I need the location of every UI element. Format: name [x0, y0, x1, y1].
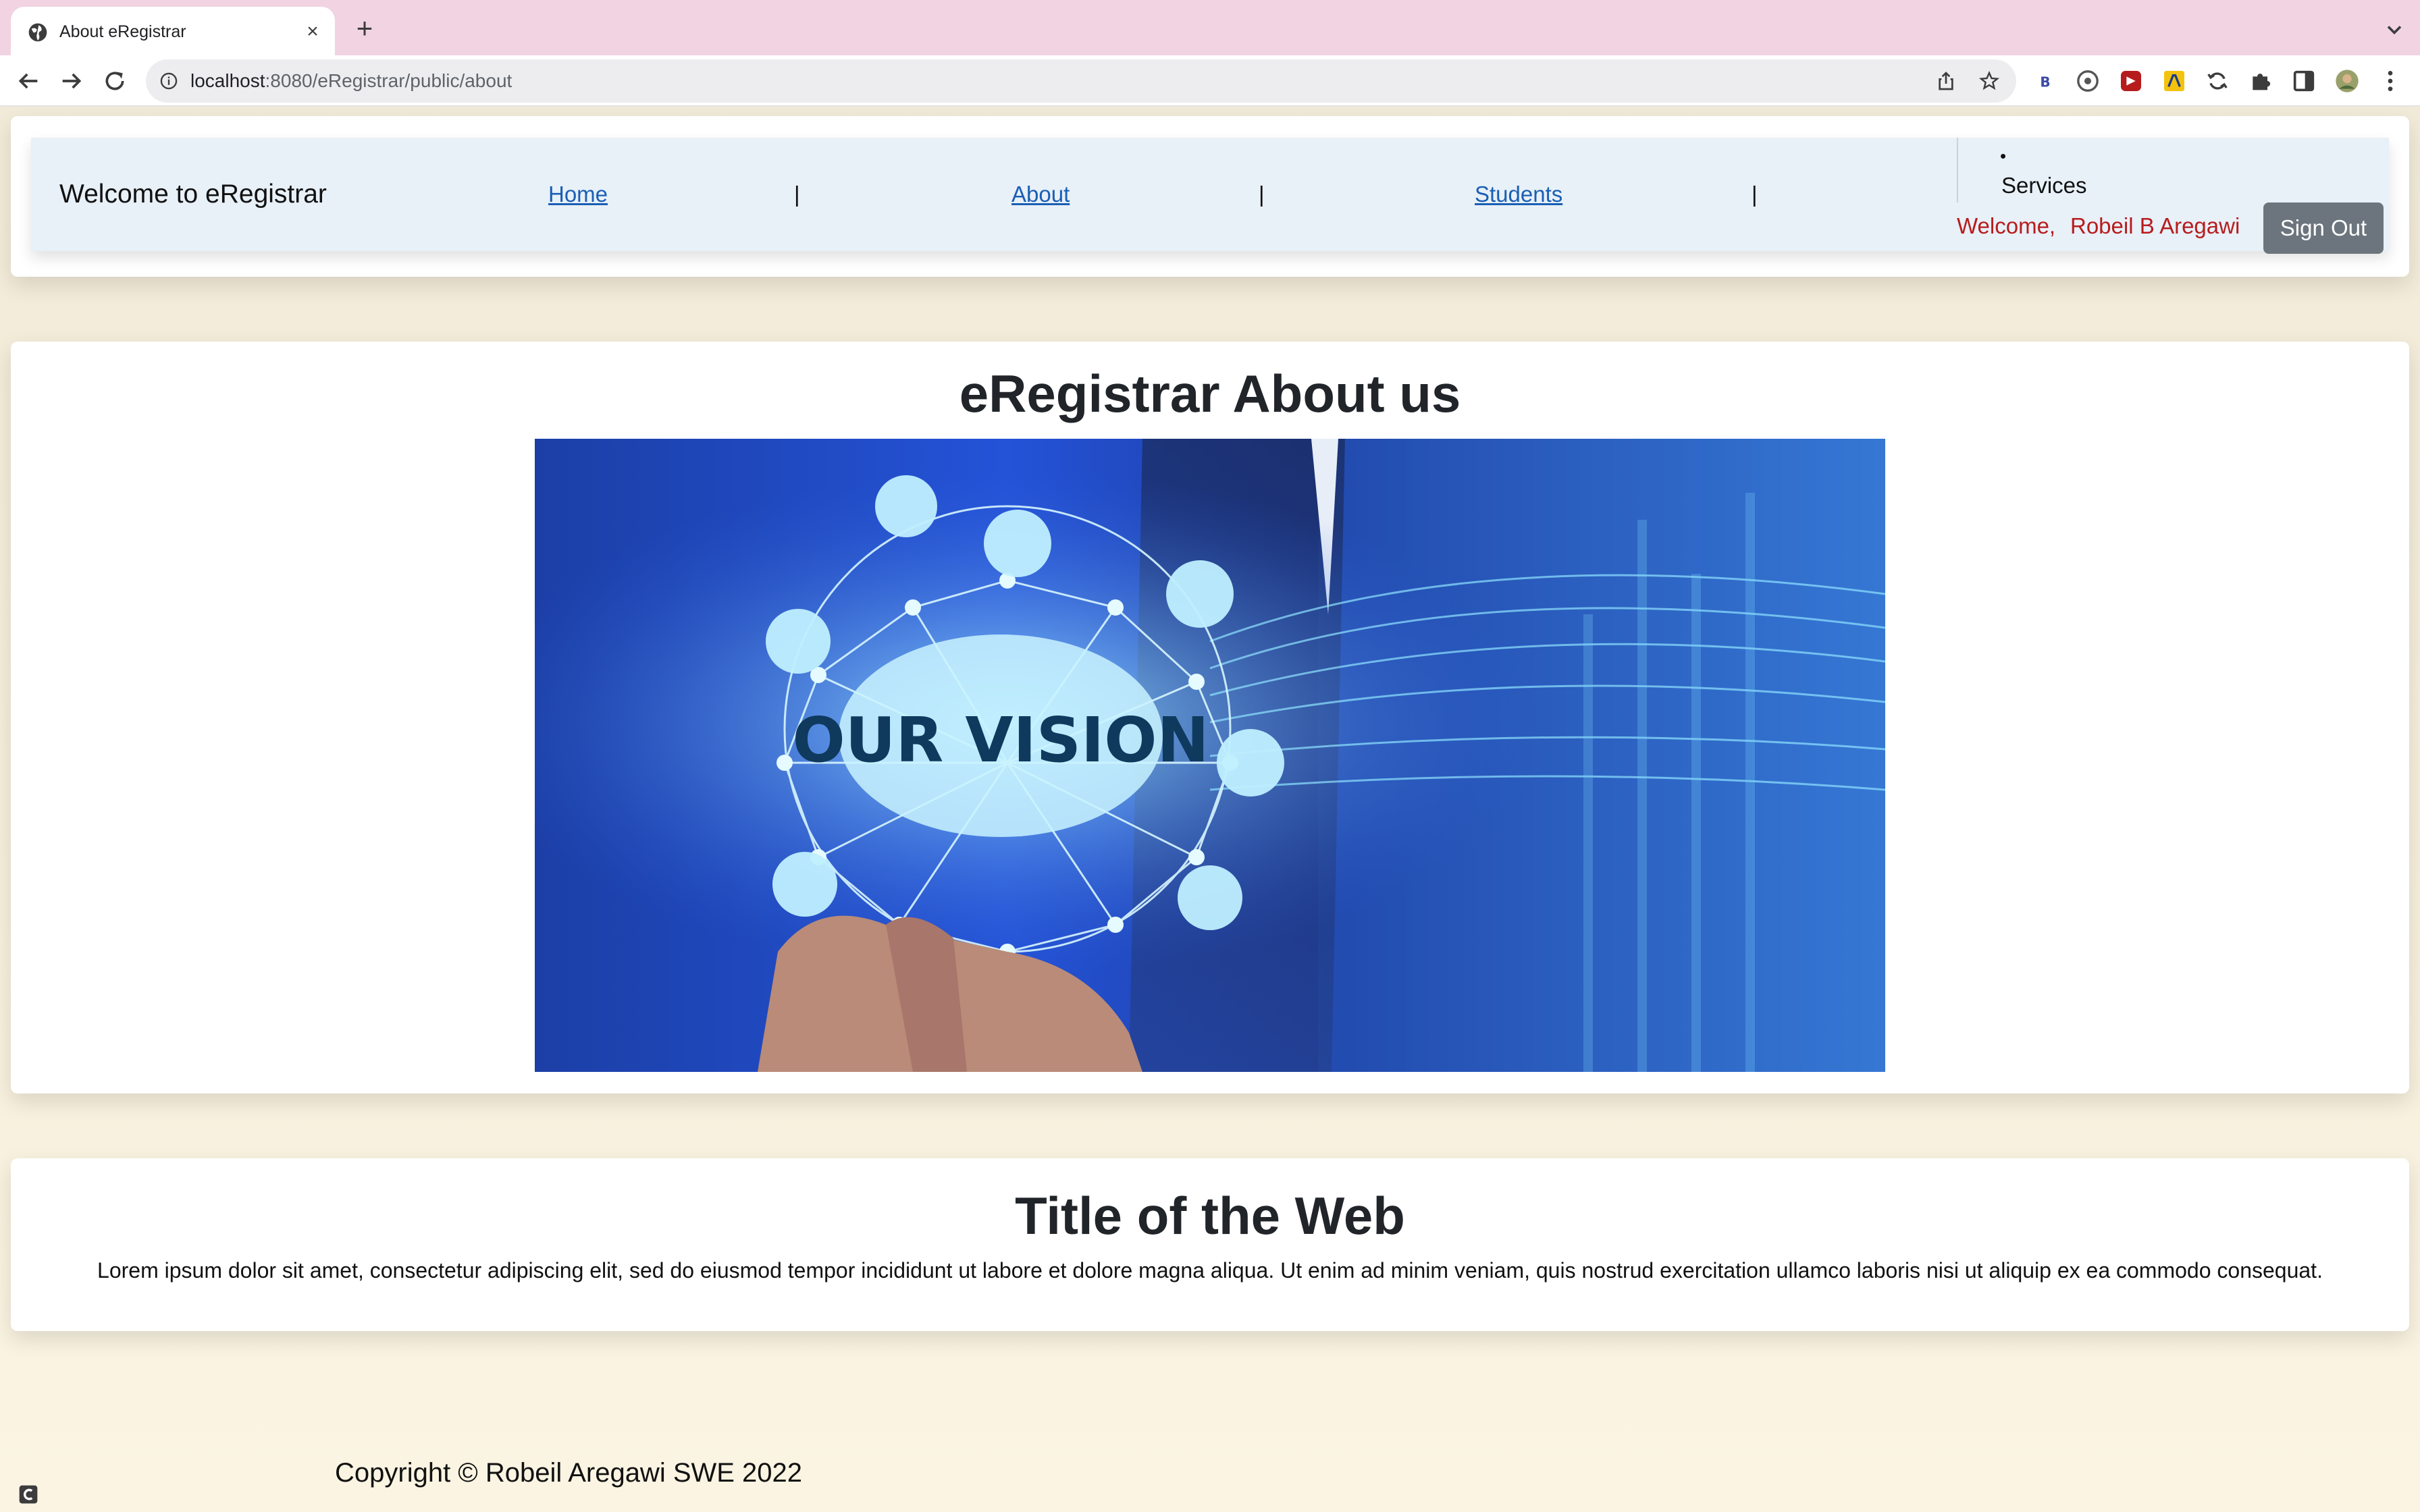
- section-title: Title of the Web: [1015, 1186, 1405, 1245]
- vision-image: OUR VISION: [535, 439, 1885, 1072]
- address-bar[interactable]: localhost:8080/eRegistrar/public/about: [146, 59, 2016, 103]
- about-card: eRegistrar About us OUR VISION: [11, 342, 2409, 1094]
- copyright-text: Copyright © Robeil Aregawi SWE 2022: [335, 1458, 803, 1488]
- new-tab-icon[interactable]: +: [351, 14, 378, 43]
- sign-out-button[interactable]: Sign Out: [2263, 202, 2384, 254]
- page-title: eRegistrar About us: [959, 364, 1461, 423]
- puzzle-icon[interactable]: [2247, 68, 2274, 94]
- vision-illustration: OUR VISION: [535, 439, 1885, 1072]
- share-icon[interactable]: [1935, 70, 1957, 92]
- forward-arrow-icon[interactable]: [58, 68, 85, 94]
- back-arrow-icon[interactable]: [15, 68, 42, 94]
- url-text: localhost:8080/eRegistrar/public/about: [190, 59, 512, 103]
- header-card: Welcome to eRegistrar Home | About | Stu…: [11, 116, 2409, 277]
- nav-link-about[interactable]: About: [1011, 138, 1070, 251]
- avatar[interactable]: [2334, 68, 2361, 94]
- extension-b-icon[interactable]: B: [2031, 68, 2058, 94]
- list-bullet: •: [2000, 146, 2007, 166]
- extension-c-icon[interactable]: [18, 1484, 39, 1505]
- welcome-label: Welcome,: [1957, 213, 2056, 238]
- url-host: localhost: [190, 70, 265, 91]
- close-tab-icon[interactable]: ×: [301, 20, 324, 43]
- nav-link-students[interactable]: Students: [1475, 138, 1562, 251]
- nav-separator: |: [1259, 182, 1265, 207]
- info-icon[interactable]: [159, 72, 178, 90]
- side-panel-icon[interactable]: [2290, 68, 2317, 94]
- extension-sync-icon[interactable]: [2204, 68, 2231, 94]
- navbar: Welcome to eRegistrar Home | About | Stu…: [31, 138, 2389, 254]
- globe-icon: [28, 23, 47, 42]
- url-path: :8080/eRegistrar/public/about: [265, 70, 512, 91]
- reload-icon[interactable]: [101, 68, 128, 94]
- content-card: Title of the Web Lorem ipsum dolor sit a…: [11, 1158, 2409, 1331]
- section-text: Lorem ipsum dolor sit amet, consectetur …: [97, 1258, 2323, 1282]
- nav-separator: |: [794, 182, 800, 207]
- user-name: Robeil B Aregawi: [2070, 213, 2240, 238]
- extension-red-icon[interactable]: [2118, 68, 2145, 94]
- extension-yellow-icon[interactable]: [2161, 68, 2188, 94]
- bookmark-star-icon[interactable]: [1978, 70, 2000, 92]
- vision-image-text: OUR VISION: [793, 704, 1209, 776]
- browser-tab[interactable]: About eRegistrar ×: [11, 7, 335, 57]
- kebab-menu-icon[interactable]: [2377, 68, 2404, 94]
- browser-tabstrip: About eRegistrar × +: [0, 0, 2420, 57]
- browser-toolbar: localhost:8080/eRegistrar/public/about B: [0, 55, 2420, 107]
- svg-text:B: B: [2040, 74, 2050, 90]
- nav-link-home[interactable]: Home: [548, 138, 608, 251]
- extension-circle-icon[interactable]: [2074, 68, 2101, 94]
- nav-separator: |: [1752, 182, 1758, 207]
- chevron-down-icon[interactable]: [2382, 18, 2406, 42]
- services-menu[interactable]: Services: [2001, 173, 2087, 198]
- tab-title: About eRegistrar: [59, 22, 186, 41]
- services-divider: [1957, 138, 1961, 202]
- brand-title: Welcome to eRegistrar: [59, 180, 327, 209]
